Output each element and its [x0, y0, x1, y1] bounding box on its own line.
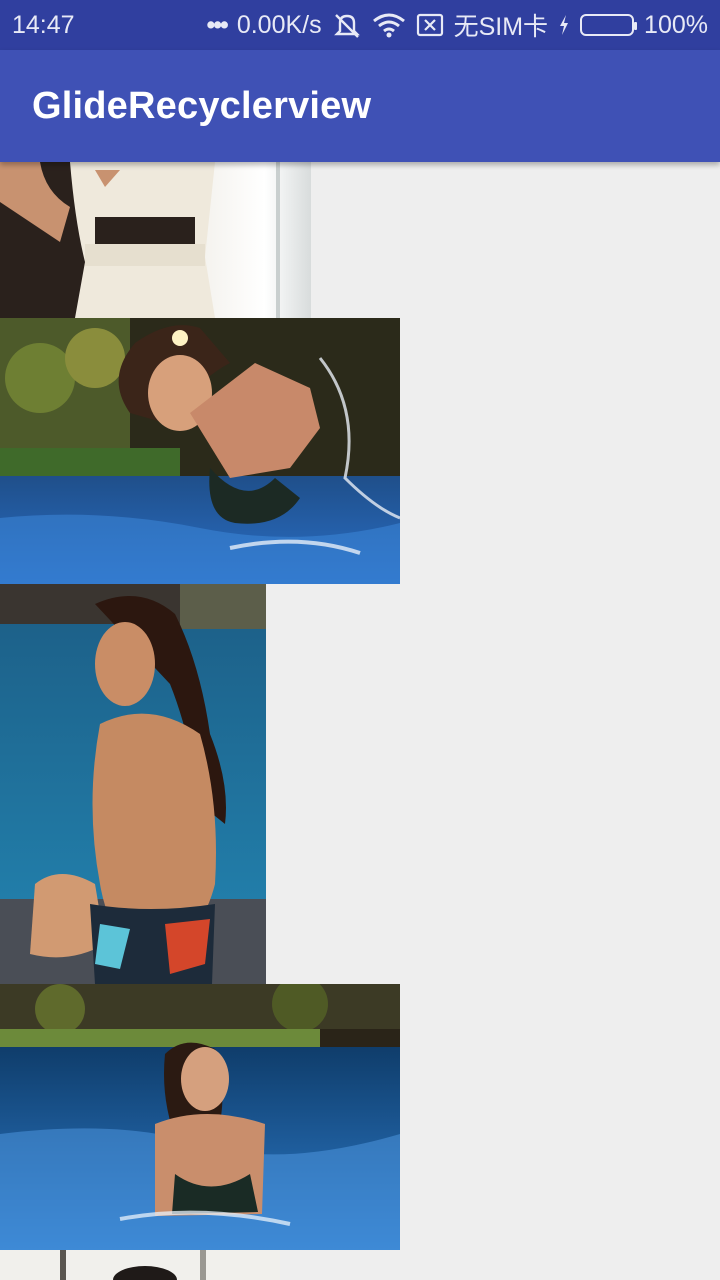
more-dots: ••• — [206, 10, 229, 39]
battery-icon — [580, 14, 638, 36]
photo-item-2[interactable] — [0, 318, 400, 584]
sim-status-text: 无SIM卡 — [453, 13, 549, 41]
photo-item-5[interactable] — [0, 1250, 280, 1280]
wifi-icon — [372, 12, 406, 38]
photo-item-1[interactable] — [0, 162, 311, 318]
status-bar: 14:47 ••• 0.00K/s 无SIM卡 100% — [0, 0, 720, 50]
no-sim-icon — [416, 13, 444, 37]
status-icons: ••• 0.00K/s 无SIM卡 100% — [207, 7, 708, 43]
photo-item-3[interactable] — [0, 584, 266, 984]
mute-icon — [332, 11, 362, 39]
battery-percent: 100% — [644, 10, 708, 39]
charging-icon — [558, 14, 570, 36]
photo-item-4[interactable] — [0, 984, 400, 1250]
app-title: GlideRecyclerview — [32, 84, 372, 127]
app-bar: GlideRecyclerview — [0, 50, 720, 162]
image-list[interactable] — [0, 162, 720, 1280]
net-speed: 0.00K/s — [236, 10, 322, 39]
status-time: 14:47 — [12, 10, 75, 39]
